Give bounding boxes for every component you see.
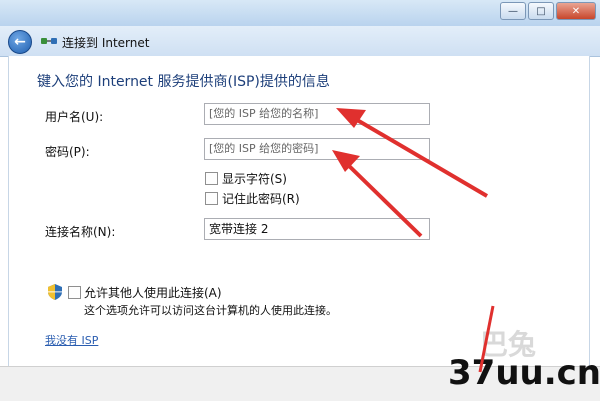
network-icon	[41, 38, 57, 44]
maximize-button[interactable]: □	[528, 2, 554, 20]
uac-shield-icon	[48, 284, 62, 300]
close-button[interactable]: ✕	[556, 2, 596, 20]
username-label: 用户名(U):	[45, 110, 104, 124]
username-field[interactable]: [您的 ISP 给您的名称]	[204, 103, 430, 125]
back-arrow-icon[interactable]: ←	[8, 30, 32, 54]
minimize-button[interactable]: —	[500, 2, 526, 20]
allow-others-description: 这个选项允许可以访问这台计算机的人使用此连接。	[84, 304, 337, 317]
allow-others-checkbox[interactable]	[68, 286, 81, 299]
window-title: 连接到 Internet	[62, 36, 150, 50]
remember-password-checkbox[interactable]	[205, 192, 218, 205]
page-heading: 键入您的 Internet 服务提供商(ISP)提供的信息	[37, 74, 330, 90]
password-label: 密码(P):	[45, 145, 90, 159]
connection-name-label: 连接名称(N):	[45, 225, 116, 239]
password-field[interactable]: [您的 ISP 给您的密码]	[204, 138, 430, 160]
window-controls: — □ ✕	[498, 2, 596, 20]
allow-others-label: 允许其他人使用此连接(A)	[84, 286, 222, 300]
show-chars-checkbox[interactable]	[205, 172, 218, 185]
show-chars-label: 显示字符(S)	[222, 172, 287, 186]
watermark-logo: 37uu.cn	[448, 353, 600, 393]
nav-bar: ← 连接到 Internet	[0, 26, 600, 57]
title-bar: — □ ✕	[0, 0, 600, 27]
connection-name-field[interactable]: 宽带连接 2	[204, 218, 430, 240]
remember-password-label: 记住此密码(R)	[222, 192, 300, 206]
no-isp-link[interactable]: 我没有 ISP	[45, 332, 98, 348]
